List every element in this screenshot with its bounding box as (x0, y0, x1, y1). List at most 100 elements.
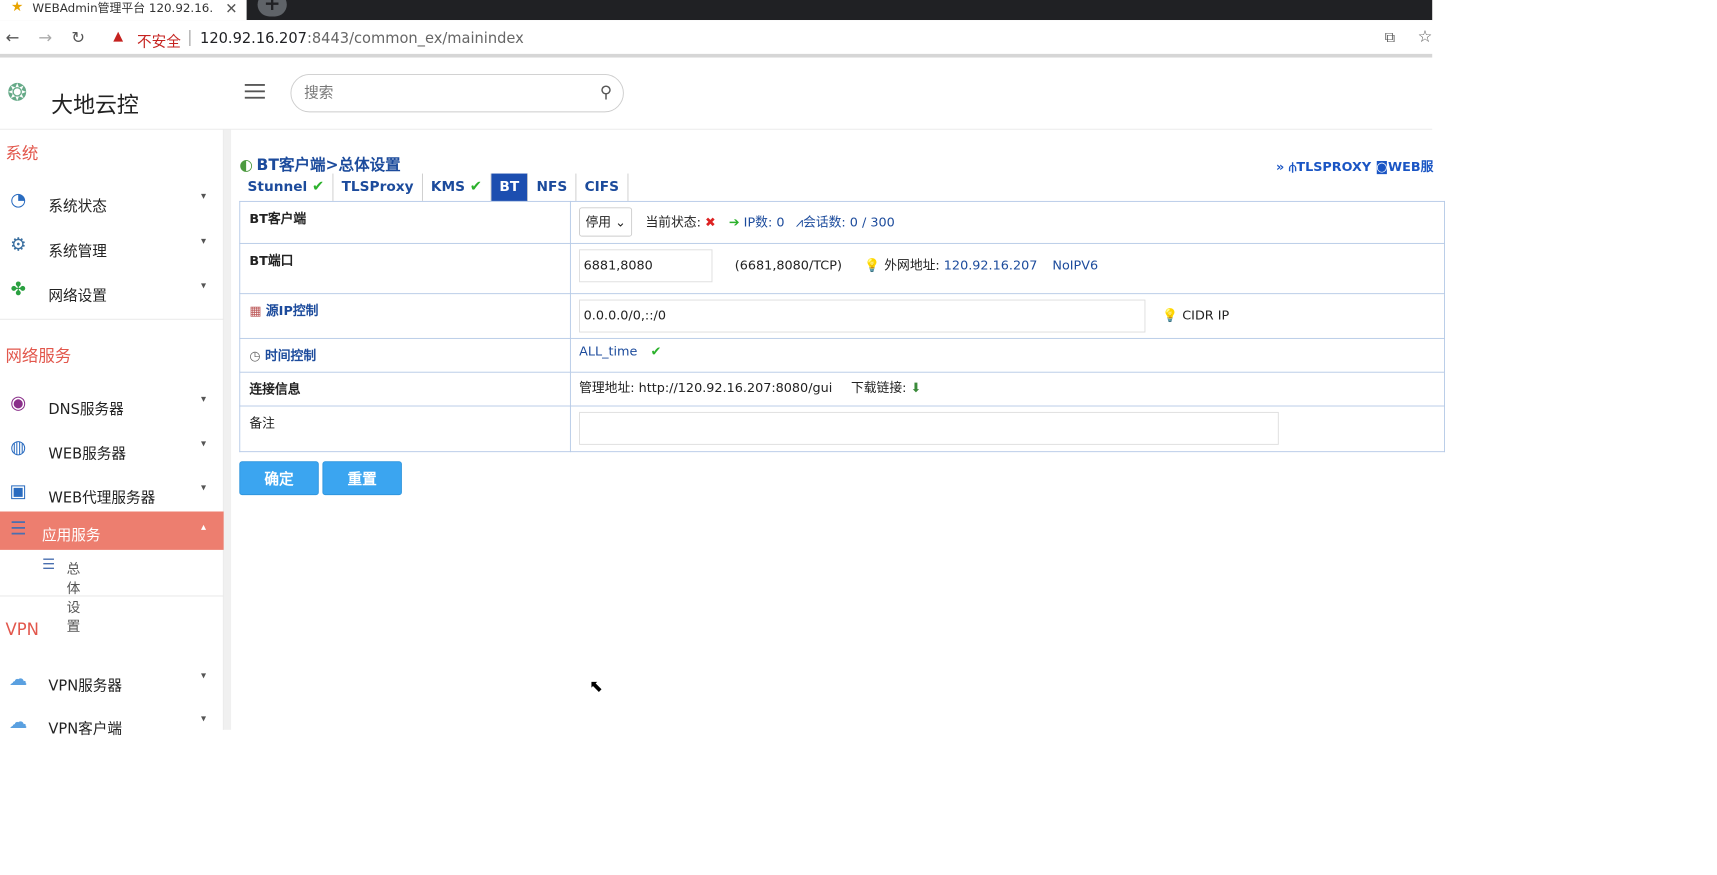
section-system: 系统 (5, 144, 39, 164)
brand-title: 大地云控 (51, 92, 139, 118)
forward-icon[interactable]: → (38, 28, 52, 47)
bt-client-select[interactable]: 停用 ⌄ (579, 207, 633, 237)
sidebar-item-dns-server[interactable]: ◉ DNS服务器 ▾ (0, 389, 224, 426)
value-src-ip: 0.0.0.0/0,::/0 💡 CIDR IP (569, 293, 1445, 339)
tab-tlsproxy[interactable]: TLSProxy (333, 173, 423, 201)
tab-title: WEBAdmin管理平台 120.92.16. (32, 1, 214, 16)
sidebar-item-label: DNS服务器 (48, 400, 124, 418)
divider (0, 595, 224, 597)
row-time-control: ◷ 时间控制 ALL_time ✔ (239, 337, 1445, 373)
tab-label: TLSProxy (341, 178, 414, 195)
server-icon: ☰ (42, 555, 56, 573)
reload-icon[interactable]: ↻ (71, 28, 85, 47)
label-text: 源IP控制 (265, 304, 319, 319)
tab-nfs[interactable]: NFS (528, 173, 577, 201)
menu-toggle-icon[interactable] (244, 84, 265, 99)
sidebar-item-system-management[interactable]: ⚙ 系统管理 ▾ (0, 231, 224, 268)
sidebar-item-app-services[interactable]: ☰ 应用服务 ▴ (0, 511, 224, 550)
link-web[interactable]: WEB服 (1388, 160, 1433, 175)
divider (0, 318, 224, 320)
ip-count[interactable]: IP数: 0 (744, 216, 785, 231)
sidebar-item-vpn-server[interactable]: ☁ VPN服务器 ▾ (0, 666, 224, 703)
tab-label: BT (499, 178, 520, 195)
lightbulb-icon: 💡 (1162, 308, 1179, 324)
tab-cifs[interactable]: CIFS (576, 173, 629, 201)
value-bt-client: 停用 ⌄ 当前状态: ✖ ➔ IP数: 0 ⩘会话数: 0 / 300 (569, 200, 1445, 244)
status-label: 当前状态: (645, 215, 701, 231)
tab-bt[interactable]: BT (491, 173, 529, 201)
sidebar-item-web-server[interactable]: ◍ WEB服务器 ▾ (0, 434, 224, 471)
sidebar-item-label: 系统状态 (48, 197, 107, 215)
bt-port-input[interactable]: 6881,8080 (579, 249, 713, 283)
row-connection-info: 连接信息 管理地址: http://120.92.16.207:8080/gui… (239, 371, 1445, 407)
url-path: :8443/common_ex/mainindex (306, 29, 524, 47)
search-icon[interactable]: ⚲ (600, 83, 612, 102)
translate-icon[interactable]: ⧉ (1385, 28, 1395, 46)
network-icon: ✤ (10, 277, 26, 300)
monitor-icon: ▣ (9, 479, 27, 502)
time-value-link[interactable]: ALL_time (579, 344, 637, 359)
sidebar-item-label: VPN客户端 (48, 719, 123, 738)
sidebar-item-system-status[interactable]: ◔ 系统状态 ▾ (0, 186, 224, 223)
main-content: ◐ BT客户端>总体设置 » ⫛TLSPROXY ◙WEB服 Stunnel ✔ … (231, 129, 1445, 730)
src-ip-input[interactable]: 0.0.0.0/0,::/0 (579, 299, 1146, 333)
select-value: 停用 (585, 215, 612, 231)
label-text: 时间控制 (264, 348, 317, 364)
row-src-ip: ▦ 源IP控制 0.0.0.0/0,::/0 💡 CIDR IP (239, 293, 1445, 339)
tab-stunnel[interactable]: Stunnel ✔ (239, 173, 334, 201)
more-arrow: » (1276, 159, 1285, 175)
wan-label: 外网地址: (884, 258, 940, 274)
browser-tab-bar: ★ WEBAdmin管理平台 120.92.16. ✕ + (0, 0, 1433, 21)
sidebar-item-label: 应用服务 (42, 526, 101, 544)
value-remark (569, 405, 1445, 453)
session-count[interactable]: 会话数: 0 / 300 (803, 216, 895, 231)
sidebar-item-web-proxy[interactable]: ▣ WEB代理服务器 ▾ (0, 478, 224, 515)
sidebar-item-label: 系统管理 (48, 242, 107, 260)
mgmt-address[interactable]: 管理地址: http://120.92.16.207:8080/gui (579, 381, 832, 396)
label-bt-port: BT端口 (239, 242, 571, 295)
tab-kms[interactable]: KMS ✔ (423, 173, 492, 201)
sidebar-item-label: WEB代理服务器 (48, 488, 156, 507)
settings-form: BT客户端 停用 ⌄ 当前状态: ✖ ➔ IP数: 0 ⩘会话数: 0 / 30… (239, 200, 1445, 453)
search-box: ⚲ (290, 73, 624, 113)
tab-label: KMS (430, 178, 465, 195)
close-tab-icon[interactable]: ✕ (225, 0, 237, 17)
reset-button[interactable]: 重置 (322, 461, 402, 496)
back-icon[interactable]: ← (5, 28, 19, 47)
export-icon: ➔ (728, 215, 740, 231)
url-host: 120.92.16.207 (200, 29, 307, 47)
row-bt-client: BT客户端 停用 ⌄ 当前状态: ✖ ➔ IP数: 0 ⩘会话数: 0 / 30… (239, 200, 1445, 244)
address-separator: | (187, 28, 193, 47)
label-src-ip[interactable]: ▦ 源IP控制 (239, 293, 571, 339)
browser-tab[interactable]: ★ WEBAdmin管理平台 120.92.16. ✕ (0, 0, 247, 21)
section-network-services: 网络服务 (5, 347, 72, 367)
url-text[interactable]: 120.92.16.207:8443/common_ex/mainindex (200, 29, 524, 46)
sidebar-item-label: 网络设置 (48, 286, 107, 305)
chevron-down-icon: ⌄ (615, 215, 626, 231)
chevron-up-icon: ▴ (200, 520, 207, 533)
chevron-down-icon: ▾ (200, 234, 207, 247)
server-icon: ☰ (10, 516, 27, 539)
sidebar-item-vpn-client[interactable]: ☁ VPN客户端 ▾ (0, 709, 224, 746)
label-remark: 备注 (239, 405, 571, 453)
confirm-button[interactable]: 确定 (239, 461, 319, 496)
sidebar-subitem-label: 总体设置 (66, 560, 81, 635)
chevron-down-icon: ▾ (200, 712, 207, 725)
cidr-note: CIDR IP (1182, 308, 1230, 324)
new-tab-button[interactable]: + (257, 0, 287, 17)
gear-icon: ⚙ (10, 232, 27, 255)
sidebar-item-network-settings[interactable]: ✤ 网络设置 ▾ (0, 276, 224, 313)
remark-input[interactable] (579, 411, 1279, 445)
search-input[interactable] (304, 84, 579, 102)
link-tlsproxy[interactable]: TLSPROXY (1296, 160, 1371, 175)
chevron-down-icon: ▾ (200, 279, 207, 292)
row-remark: 备注 (239, 405, 1445, 453)
insecure-label[interactable]: 不安全 (137, 29, 181, 51)
download-icon[interactable]: ⬇ (911, 381, 922, 396)
label-time-control[interactable]: ◷ 时间控制 (239, 337, 571, 373)
tab-label: Stunnel (247, 178, 308, 195)
value-bt-port: 6881,8080 (6681,8080/TCP) 💡 外网地址: 120.92… (569, 242, 1445, 295)
clock-icon: ◷ (249, 348, 261, 364)
stopped-x-icon: ✖ (704, 215, 716, 231)
bookmark-star-icon[interactable]: ☆ (1418, 27, 1433, 46)
